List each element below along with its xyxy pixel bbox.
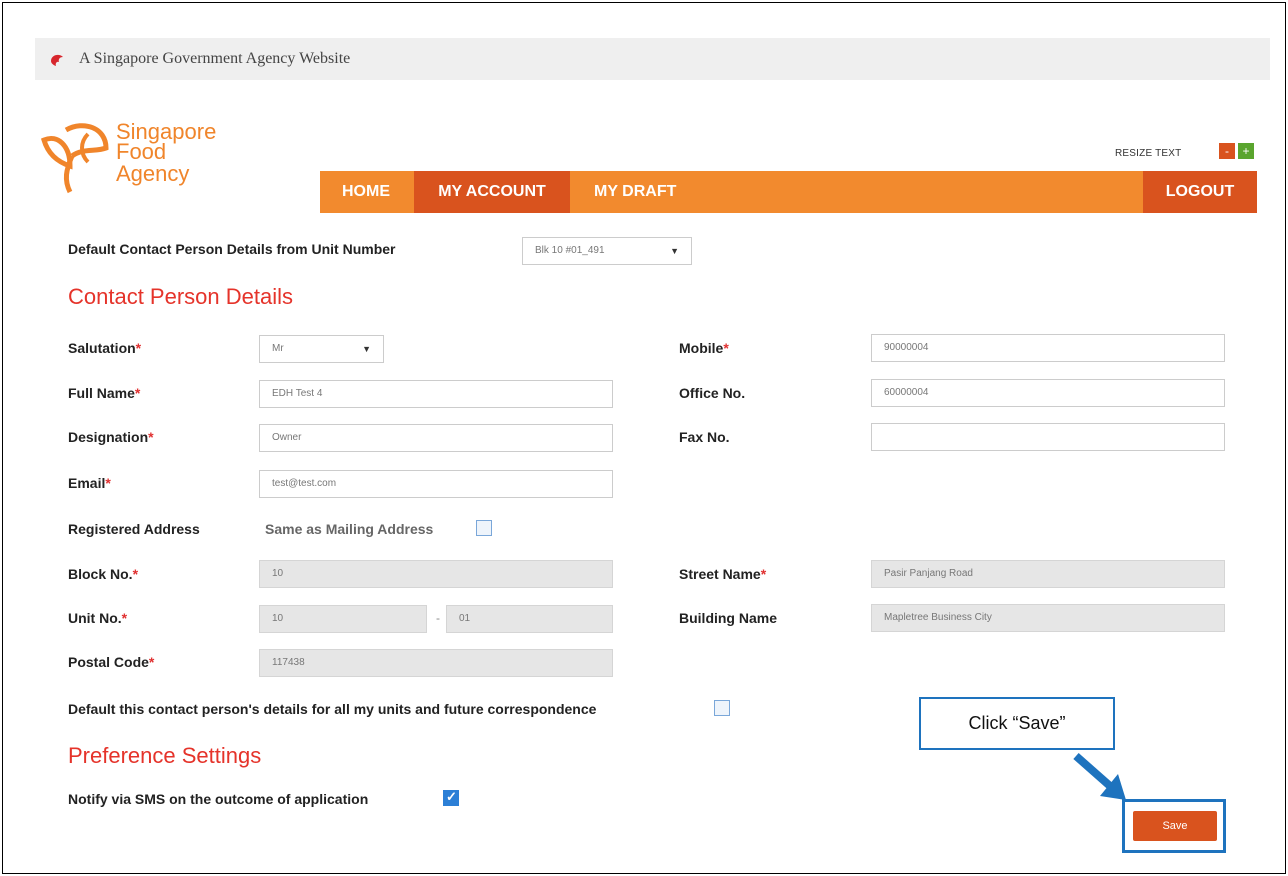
gov-banner: A Singapore Government Agency Website — [35, 38, 1270, 80]
increase-text-button[interactable]: + — [1238, 143, 1254, 159]
notify-sms-label: Notify via SMS on the outcome of applica… — [68, 791, 369, 807]
chevron-down-icon: ▼ — [670, 246, 679, 256]
postal-code-label: Postal Code* — [68, 654, 155, 670]
unit-no-unit-input: 01 — [446, 605, 613, 633]
office-no-input[interactable]: 60000004 — [871, 379, 1225, 407]
salutation-label: Salutation* — [68, 340, 142, 356]
full-name-label: Full Name* — [68, 385, 141, 401]
mobile-input[interactable]: 90000004 — [871, 334, 1225, 362]
block-no-label: Block No.* — [68, 566, 139, 582]
default-contact-label: Default Contact Person Details from Unit… — [68, 241, 396, 257]
same-as-mailing-checkbox[interactable] — [476, 520, 492, 536]
same-as-mailing-label: Same as Mailing Address — [265, 521, 434, 537]
email-input[interactable]: test@test.com — [259, 470, 613, 498]
gov-banner-text: A Singapore Government Agency Website — [79, 50, 351, 67]
street-name-input: Pasir Panjang Road — [871, 560, 1225, 588]
nav-logout[interactable]: LOGOUT — [1143, 171, 1257, 213]
default-all-checkbox[interactable] — [714, 700, 730, 716]
notify-sms-checkbox[interactable] — [443, 789, 459, 806]
nav-home[interactable]: HOME — [320, 171, 412, 213]
unit-number-value: Blk 10 #01_491 — [535, 245, 605, 256]
fax-no-label: Fax No. — [679, 429, 730, 445]
logo-text-line2: Food — [116, 139, 167, 164]
unit-no-label: Unit No.* — [68, 610, 128, 626]
mobile-label: Mobile* — [679, 340, 729, 356]
contact-section-title: Contact Person Details — [68, 284, 293, 309]
decrease-text-button[interactable]: - — [1219, 143, 1235, 159]
sfa-leaf-icon — [40, 123, 109, 194]
sfa-logo[interactable]: Singapore Food Agency — [36, 112, 296, 202]
unit-number-select[interactable]: Blk 10 #01_491 ▼ — [522, 237, 692, 265]
building-name-label: Building Name — [679, 610, 778, 626]
resize-text-label: RESIZE TEXT — [1115, 148, 1182, 159]
lion-head-icon — [51, 54, 63, 66]
unit-no-floor-input: 10 — [259, 605, 427, 633]
email-label: Email* — [68, 475, 111, 491]
salutation-value: Mr — [272, 343, 284, 354]
main-nav: HOME MY ACCOUNT MY DRAFT LOGOUT — [320, 171, 1257, 213]
fax-no-input[interactable] — [871, 423, 1225, 451]
default-all-label: Default this contact person's details fo… — [68, 701, 597, 717]
salutation-select[interactable]: Mr ▼ — [259, 335, 384, 363]
arrow-icon — [1073, 753, 1126, 800]
nav-my-account[interactable]: MY ACCOUNT — [414, 171, 570, 213]
block-no-input: 10 — [259, 560, 613, 588]
full-name-input[interactable]: EDH Test 4 — [259, 380, 613, 408]
nav-my-draft[interactable]: MY DRAFT — [582, 171, 688, 213]
street-name-label: Street Name* — [679, 566, 767, 582]
postal-code-input: 117438 — [259, 649, 613, 677]
designation-input[interactable]: Owner — [259, 424, 613, 452]
office-no-label: Office No. — [679, 385, 746, 401]
unit-no-separator: - — [436, 611, 440, 625]
chevron-down-icon: ▼ — [362, 344, 371, 354]
logo-text-line3: Agency — [116, 161, 190, 186]
building-name-input: Mapletree Business City — [871, 604, 1225, 632]
registered-address-label: Registered Address — [68, 521, 200, 537]
instruction-callout: Click “Save” — [919, 697, 1115, 750]
preference-section-title: Preference Settings — [68, 743, 262, 768]
save-button[interactable]: Save — [1133, 811, 1217, 841]
designation-label: Designation* — [68, 429, 154, 445]
